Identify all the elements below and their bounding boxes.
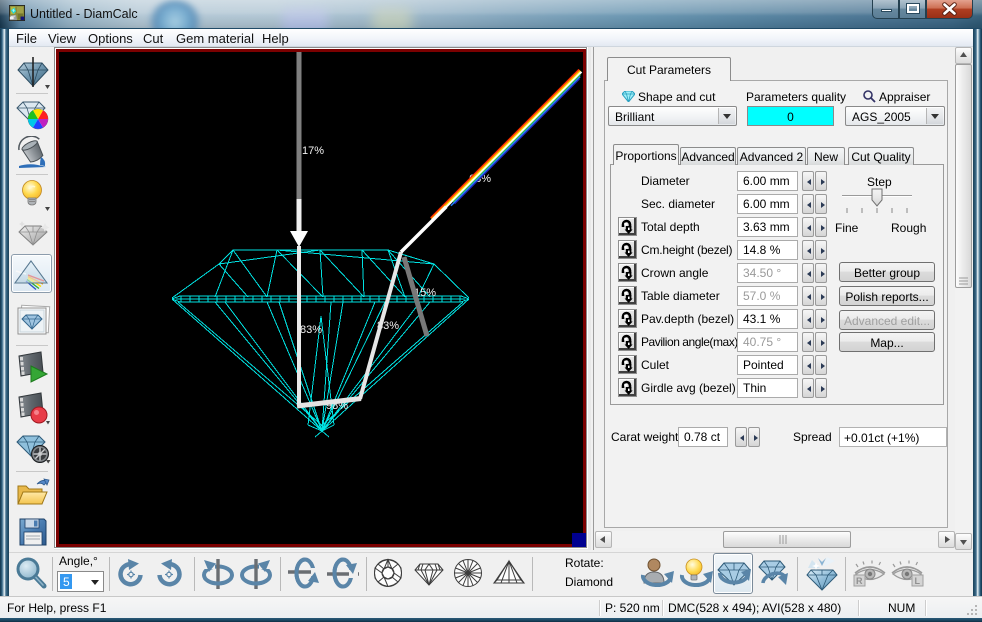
svg-text:L: L bbox=[915, 576, 921, 586]
svg-text:R: R bbox=[856, 576, 863, 586]
svg-text:17%: 17% bbox=[302, 145, 324, 157]
svg-text:83%: 83% bbox=[300, 324, 322, 336]
